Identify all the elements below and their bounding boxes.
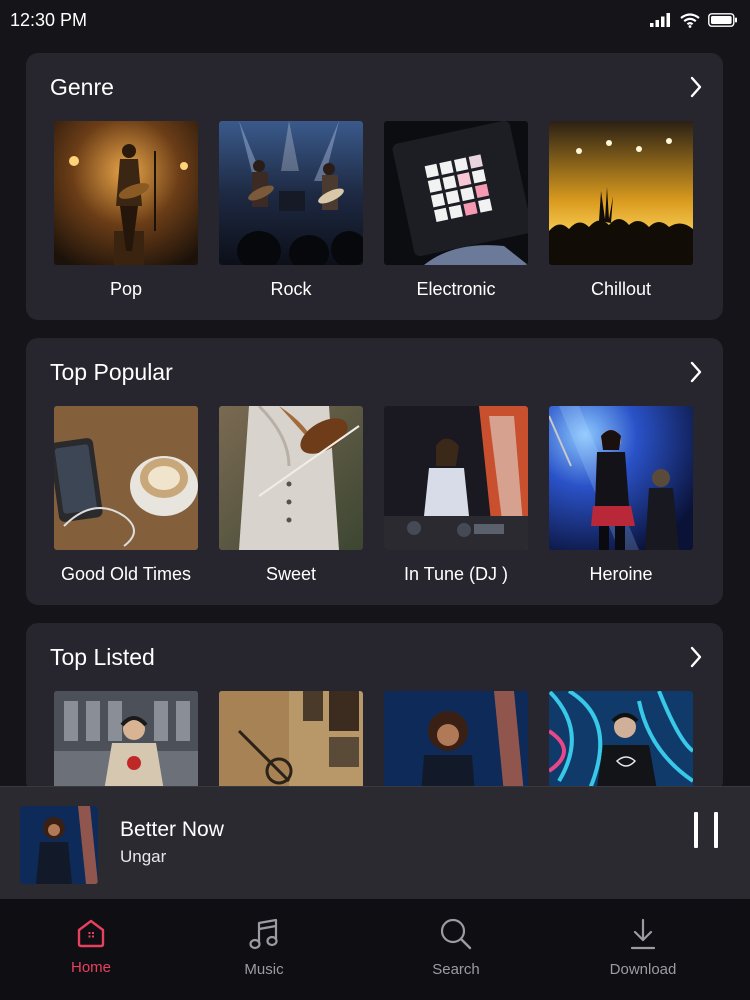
status-icons	[650, 12, 738, 28]
genre-label: Pop	[109, 279, 143, 299]
top-listed-section: Top Listed	[26, 623, 723, 793]
popular-label: Sweet	[265, 564, 317, 584]
genre-label: Rock	[270, 279, 312, 299]
popular-label: Good Old Times	[60, 564, 192, 584]
genre-label: Chillout	[590, 279, 652, 299]
download-icon	[630, 918, 656, 950]
popular-label: In Tune (DJ )	[403, 564, 509, 584]
top-popular-title: Top Popular	[50, 358, 173, 385]
pause-icon-bar	[714, 812, 718, 848]
home-icon	[77, 919, 105, 948]
listed-item-1[interactable]	[54, 691, 198, 793]
pause-button[interactable]	[690, 812, 722, 852]
popular-label: Heroine	[589, 564, 653, 584]
genre-section: Genre Pop Rock Electronic Chillout	[26, 53, 723, 320]
top-listed-header: Top Listed	[50, 639, 703, 675]
genre-header: Genre	[50, 69, 703, 105]
now-playing-artist: Ungar	[120, 847, 167, 866]
listed-item-2[interactable]	[219, 691, 363, 793]
wifi-icon	[680, 12, 700, 28]
heroine-image	[549, 406, 693, 550]
pause-icon	[694, 812, 698, 848]
status-bar: 12:30 PM	[0, 0, 750, 40]
genre-item-chillout[interactable]: Chillout	[549, 121, 693, 300]
listed-item-3[interactable]	[384, 691, 528, 793]
signal-icon	[650, 13, 670, 27]
bottom-nav: Home Music Search Download	[0, 899, 750, 1000]
nav-home[interactable]: Home	[31, 917, 151, 976]
nav-home-label: Home	[70, 959, 111, 976]
genre-title: Genre	[50, 73, 114, 100]
now-playing-title: Better Now	[120, 818, 224, 841]
battery-icon	[708, 13, 737, 27]
top-popular-section: Top Popular Good Old Times Sweet In Tune…	[26, 338, 723, 605]
genre-label: Electronic	[416, 279, 496, 299]
nav-search[interactable]: Search	[396, 917, 516, 978]
popular-item-good-old-times[interactable]: Good Old Times	[54, 406, 198, 585]
top-listed-list	[54, 691, 693, 793]
genre-item-pop[interactable]: Pop	[54, 121, 198, 300]
chevron-right-icon[interactable]	[689, 646, 703, 668]
popular-item-heroine[interactable]: Heroine	[549, 406, 693, 585]
nav-download-label: Download	[609, 961, 677, 978]
listed-3-image	[384, 691, 528, 793]
in-tune-image	[384, 406, 528, 550]
top-popular-list: Good Old Times Sweet In Tune (DJ) Heroi…	[54, 406, 693, 585]
sweet-image	[219, 406, 363, 550]
rock-image	[219, 121, 363, 265]
popular-item-sweet[interactable]: Sweet	[219, 406, 363, 585]
status-time: 12:30 PM	[10, 9, 88, 30]
genre-item-electronic[interactable]: Electronic	[384, 121, 528, 300]
now-playing-artwork	[20, 806, 98, 884]
chevron-right-icon[interactable]	[689, 361, 703, 383]
genre-item-rock[interactable]: Rock	[219, 121, 363, 300]
electronic-image	[384, 121, 528, 265]
music-note-icon	[249, 918, 278, 950]
nav-music[interactable]: Music	[204, 917, 324, 978]
popular-item-in-tune[interactable]: In Tune (DJ )	[384, 406, 528, 585]
nav-music-label: Music	[244, 961, 284, 978]
listed-4-image	[549, 691, 693, 793]
top-popular-header: Top Popular	[50, 354, 703, 390]
good-old-times-image	[54, 406, 198, 550]
now-playing-bar[interactable]: Better Now Ungar	[0, 786, 750, 899]
chevron-right-icon[interactable]	[689, 76, 703, 98]
chillout-image	[549, 121, 693, 265]
top-listed-title: Top Listed	[50, 643, 155, 670]
nav-download[interactable]: Download	[583, 917, 703, 978]
genre-list: Pop Rock Electronic Chillout	[54, 121, 693, 300]
nav-search-label: Search	[432, 961, 480, 978]
listed-2-image	[219, 691, 363, 793]
search-icon	[440, 918, 472, 950]
pop-image	[54, 121, 198, 265]
listed-item-4[interactable]	[549, 691, 693, 793]
listed-1-image	[54, 691, 198, 793]
